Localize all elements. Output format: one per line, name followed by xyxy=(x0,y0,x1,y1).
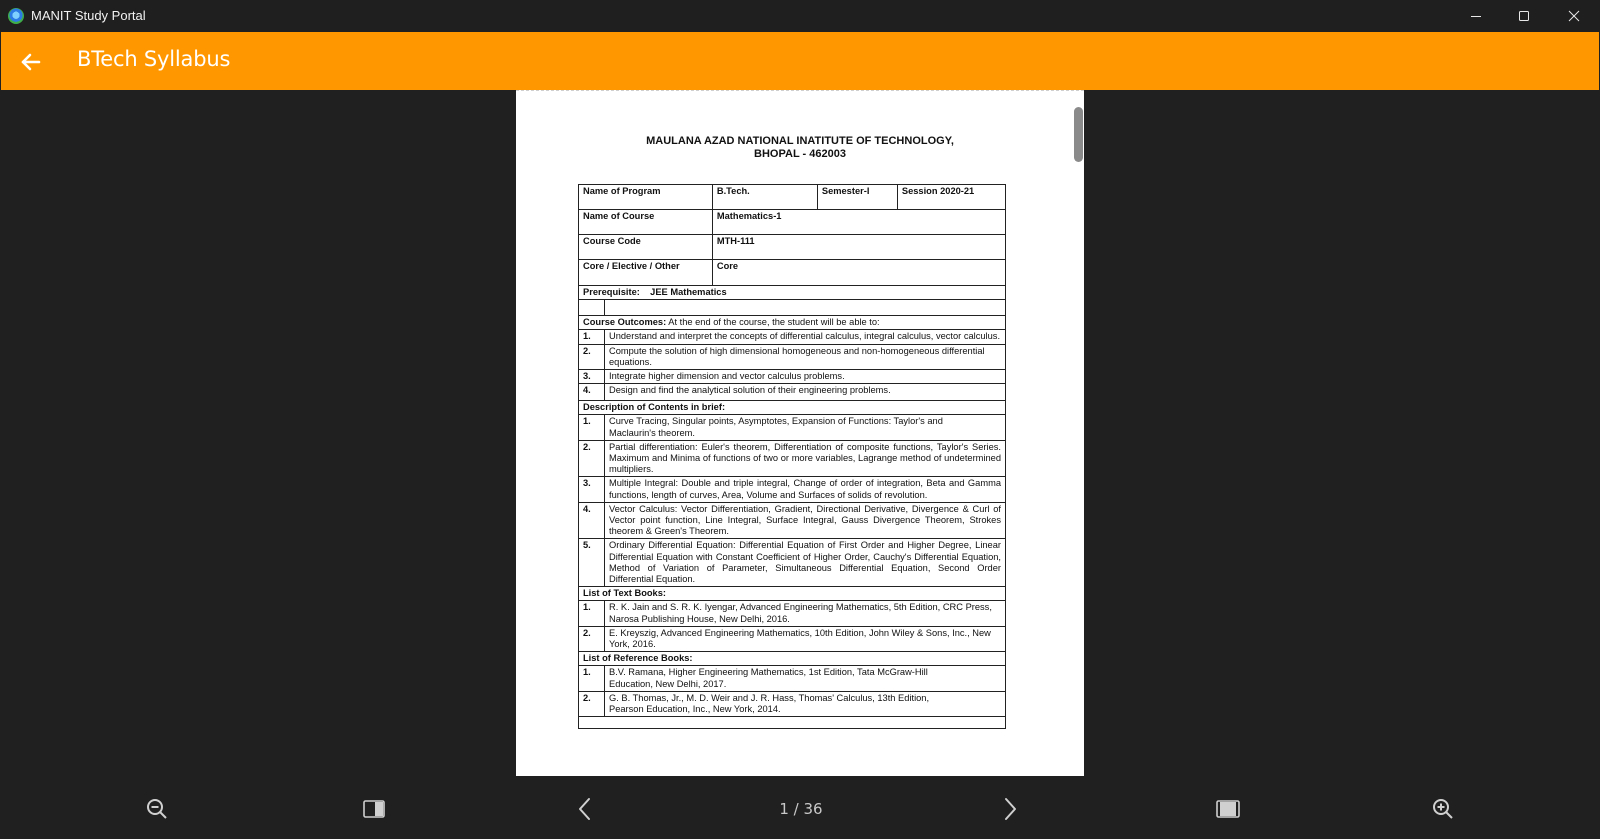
outcomes-intro: At the end of the course, the student wi… xyxy=(666,317,880,328)
single-page-view-icon xyxy=(363,800,385,818)
empty-cell xyxy=(578,299,605,317)
content-num: 1. xyxy=(578,414,605,441)
outcome-text: Compute the solution of high dimensional… xyxy=(604,343,1006,371)
content-row: 2. Partial differentiation: Euler's theor… xyxy=(578,439,1006,478)
outcome-num: 1. xyxy=(578,329,605,345)
content-num: 5. xyxy=(578,538,605,588)
fit-width-icon xyxy=(1216,800,1240,818)
chevron-left-icon xyxy=(579,798,590,820)
references-heading: List of Reference Books: xyxy=(578,651,1006,667)
content-num: 2. xyxy=(578,439,605,478)
zoom-out-icon xyxy=(147,799,167,819)
content-num: 4. xyxy=(578,501,605,540)
code-label: Course Code xyxy=(578,234,713,260)
document-header: MAULANA AZAD NATIONAL INATITUTE OF TECHN… xyxy=(516,135,1084,161)
zoom-in-button[interactable] xyxy=(1427,795,1459,823)
outcome-row: 2. Compute the solution of high dimension… xyxy=(578,343,1006,371)
contents-heading: Description of Contents in brief: xyxy=(578,400,1006,416)
reference-row: 1. B.V. Ramana, Higher Engineering Mathem… xyxy=(578,665,1006,692)
syllabus-table: Name of Program B.Tech. Semester-I Sessi… xyxy=(578,184,1007,730)
maximize-icon xyxy=(1519,11,1529,21)
arrow-left-icon xyxy=(21,53,41,71)
reference-text: G. B. Thomas, Jr., M. D. Weir and J. R. … xyxy=(604,690,1006,718)
content-row: 5. Ordinary Differential Equation: Differ… xyxy=(578,538,1006,588)
minimize-button[interactable] xyxy=(1452,0,1500,32)
zoom-out-button[interactable] xyxy=(141,795,173,823)
chevron-right-icon xyxy=(1005,798,1016,820)
content-text: Ordinary Differential Equation: Differen… xyxy=(604,538,1006,588)
type-value: Core xyxy=(711,259,1007,286)
reference-num: 1. xyxy=(578,665,605,692)
content-num: 3. xyxy=(578,476,605,503)
institute-address: BHOPAL - 462003 xyxy=(754,148,846,160)
prerequisite: Prerequisite: JEE Mathematics xyxy=(578,284,1006,301)
single-page-view-button[interactable] xyxy=(358,795,390,823)
semester-value: Semester-I xyxy=(816,184,898,210)
outcome-row: 4. Design and find the analytical solutio… xyxy=(578,383,1006,402)
pdf-viewer[interactable]: MAULANA AZAD NATIONAL INATITUTE OF TECHN… xyxy=(1,90,1599,780)
reference-text: B.V. Ramana, Higher Engineering Mathemat… xyxy=(604,665,1006,692)
session-value: Session 2020-21 xyxy=(896,184,1007,210)
outcome-text: Understand and interpret the concepts of… xyxy=(604,329,1006,345)
zoom-in-icon xyxy=(1433,799,1453,819)
viewer-toolbar: 1 / 36 xyxy=(1,776,1599,839)
code-value: MTH-111 xyxy=(711,234,1007,260)
page-title: BTech Syllabus xyxy=(77,47,231,71)
program-value: B.Tech. xyxy=(711,184,818,210)
textbook-row: 1. R. K. Jain and S. R. K. Iyengar, Advan… xyxy=(578,600,1006,627)
content-text: Partial differentiation: Euler's theorem… xyxy=(604,439,1006,478)
content-text: Curve Tracing, Singular points, Asymptot… xyxy=(604,414,1006,441)
pdf-page: MAULANA AZAD NATIONAL INATITUTE OF TECHN… xyxy=(516,90,1084,780)
textbook-text: E. Kreyszig, Advanced Engineering Mathem… xyxy=(604,625,1006,653)
window-title: MANIT Study Portal xyxy=(31,8,146,23)
window-titlebar: MANIT Study Portal xyxy=(0,0,1600,32)
content-text: Multiple Integral: Double and triple int… xyxy=(604,476,1006,503)
close-window-button[interactable] xyxy=(1550,0,1598,32)
content-row: 1. Curve Tracing, Singular points, Asympt… xyxy=(578,414,1006,441)
outcome-row: 1. Understand and interpret the concepts … xyxy=(578,329,1006,345)
reference-num: 2. xyxy=(578,690,605,718)
app-header: BTech Syllabus xyxy=(1,32,1599,90)
previous-page-button[interactable] xyxy=(569,795,601,823)
minimize-icon xyxy=(1471,16,1481,17)
content-text: Vector Calculus: Vector Differentiation,… xyxy=(604,501,1006,540)
maximize-button[interactable] xyxy=(1500,0,1548,32)
outcome-num: 3. xyxy=(578,369,605,385)
outcome-text: Integrate higher dimension and vector ca… xyxy=(604,369,1006,385)
empty-cell xyxy=(578,716,1006,730)
outcome-row: 3. Integrate higher dimension and vector … xyxy=(578,369,1006,385)
textbook-text: R. K. Jain and S. R. K. Iyengar, Advance… xyxy=(604,600,1006,627)
next-page-button[interactable] xyxy=(994,795,1026,823)
close-icon xyxy=(1568,10,1580,22)
course-label: Name of Course xyxy=(578,209,713,235)
scrollbar-thumb[interactable] xyxy=(1074,107,1083,162)
textbook-num: 2. xyxy=(578,625,605,653)
course-value: Mathematics-1 xyxy=(711,209,1007,235)
back-button[interactable] xyxy=(15,46,47,78)
content-row: 3. Multiple Integral: Double and triple i… xyxy=(578,476,1006,503)
outcomes-title: Course Outcomes: xyxy=(583,317,667,328)
outcomes-heading: Course Outcomes: At the end of the cours… xyxy=(578,315,1006,331)
textbook-row: 2. E. Kreyszig, Advanced Engineering Math… xyxy=(578,625,1006,653)
institute-name: MAULANA AZAD NATIONAL INATITUTE OF TECHN… xyxy=(646,135,954,147)
type-label: Core / Elective / Other xyxy=(578,259,713,286)
outcome-num: 2. xyxy=(578,343,605,371)
page-indicator: 1 / 36 xyxy=(779,800,823,818)
textbook-num: 1. xyxy=(578,600,605,627)
outcome-num: 4. xyxy=(578,383,605,402)
fit-width-button[interactable] xyxy=(1212,795,1244,823)
empty-cell xyxy=(604,299,1006,317)
manit-logo-icon xyxy=(8,8,24,24)
program-label: Name of Program xyxy=(578,184,713,210)
reference-row: 2. G. B. Thomas, Jr., M. D. Weir and J. R… xyxy=(578,690,1006,718)
outcome-text: Design and find the analytical solution … xyxy=(604,383,1006,402)
content-row: 4. Vector Calculus: Vector Differentiatio… xyxy=(578,501,1006,540)
textbooks-heading: List of Text Books: xyxy=(578,586,1006,602)
